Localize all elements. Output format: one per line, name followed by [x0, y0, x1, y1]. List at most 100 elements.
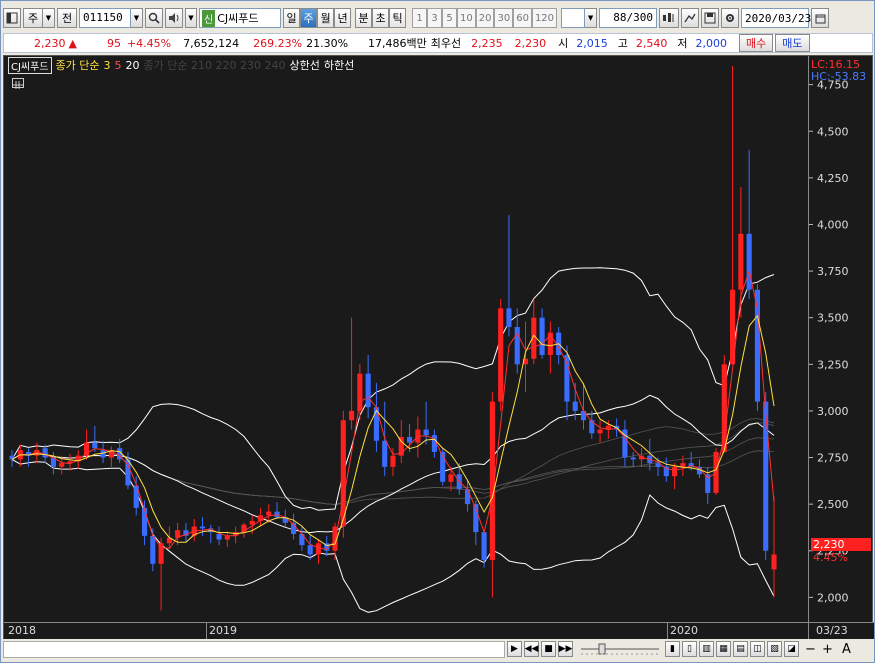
indicator-icon[interactable]	[659, 8, 680, 28]
current-price: 2,230	[34, 36, 66, 50]
chart-type-icon[interactable]: ◪	[784, 641, 799, 657]
legend-ma-title: 종가 단순	[55, 59, 100, 72]
candle-body	[216, 533, 222, 540]
buy-button[interactable]: 매수	[739, 34, 774, 52]
interval-button[interactable]: 1	[412, 8, 427, 28]
zoom-out-icon[interactable]: −	[803, 641, 818, 657]
calendar-icon[interactable]	[811, 8, 830, 28]
best-label: 최우선	[430, 37, 462, 50]
high-label: 고	[617, 37, 628, 50]
chart-type-icon[interactable]: ▧	[767, 641, 782, 657]
count-max: /300	[626, 11, 654, 24]
count-field[interactable]: 88/300	[599, 8, 658, 28]
chart-type-icon[interactable]: ▤	[733, 641, 748, 657]
chart-type-icon[interactable]: ▥	[699, 641, 714, 657]
candle-body	[365, 373, 371, 408]
interval-button[interactable]: 10	[457, 8, 476, 28]
zoom-in-icon[interactable]: +	[820, 641, 835, 657]
tab-tick[interactable]: 틱	[389, 8, 406, 28]
stock-name: CJ씨푸드	[217, 12, 259, 25]
chevron-down-icon: ▼	[585, 8, 598, 28]
chart-type-icon[interactable]: ▮	[665, 641, 680, 657]
interval-button[interactable]: 20	[475, 8, 495, 28]
chevron-down-icon: ▼	[43, 8, 55, 28]
chart-type-icon[interactable]: ▦	[716, 641, 731, 657]
x-label-2020: 2020	[670, 624, 698, 637]
legend-ma20: 20	[125, 58, 140, 72]
best-bid: 2,230	[514, 36, 547, 50]
tab-week[interactable]: 주	[300, 8, 317, 28]
code-input[interactable]: 011150 ▼	[79, 8, 143, 28]
candle-body	[597, 429, 603, 434]
settings-icon[interactable]	[721, 8, 740, 28]
y-tick-label: 3,000	[817, 405, 849, 418]
y-tick-label: 3,250	[817, 358, 849, 371]
stock-tag: 신	[202, 9, 216, 27]
candle-body	[572, 401, 578, 411]
chart-navigation: ▶ ◀◀ ■ ▶▶ ▮ ▯ ▥ ▦ ▤ ◫ ▧ ◪ − + A	[3, 639, 873, 661]
search-icon[interactable]	[145, 8, 163, 28]
y-tick-label: 2,750	[817, 452, 849, 465]
candle-body	[506, 308, 512, 328]
tab-minute[interactable]: 분	[355, 8, 372, 28]
chart-type-icon[interactable]: ▯	[682, 641, 697, 657]
play-icon[interactable]: ▶	[507, 641, 522, 657]
date-input[interactable]: 2020/03/23	[741, 8, 811, 28]
sell-button[interactable]: 매도	[775, 34, 810, 52]
interval-button[interactable]: 30	[494, 8, 514, 28]
candle-body	[42, 448, 48, 458]
y-tick-label: 2,000	[817, 591, 849, 604]
last-pct: 4.45%	[813, 551, 848, 564]
open-label: 시	[558, 37, 569, 50]
x-label-last: 03/23	[816, 624, 848, 637]
save-icon[interactable]	[701, 8, 720, 28]
grid-icon[interactable]	[12, 78, 24, 89]
trade-amount: 17,486백만	[368, 37, 427, 50]
y-axis: LC:16.15 HC:-53.83 2,000 2,250 2,500 2,750 3…	[808, 56, 872, 622]
speaker-icon[interactable]	[165, 8, 183, 28]
chart-type-icon[interactable]: ◫	[750, 641, 765, 657]
x-label-2019: 2019	[209, 624, 237, 637]
draw-tool-icon[interactable]	[681, 8, 700, 28]
chevron-down-icon[interactable]: ▼	[185, 8, 197, 28]
chart-canvas[interactable]	[4, 56, 808, 622]
candle-body	[349, 410, 355, 421]
y-tick-label: 3,500	[817, 312, 849, 325]
layout-icon[interactable]	[3, 8, 21, 28]
toolbar: 주 ▼ 전 011150 ▼ ▼ 신 CJ씨푸드 일 주 월 년 분 초 틱 1	[3, 5, 873, 31]
tab-second[interactable]: 초	[372, 8, 389, 28]
code-value[interactable]: 011150	[79, 8, 131, 28]
candle-body	[547, 332, 553, 355]
interval-button[interactable]: 5	[442, 8, 457, 28]
interval-button[interactable]: 120	[531, 8, 558, 28]
candle-body	[307, 545, 313, 555]
interval-button[interactable]: 60	[513, 8, 532, 28]
volume-ratio: 269.23%	[253, 36, 303, 50]
candle-body	[315, 543, 322, 555]
jeon-button[interactable]: 전	[57, 8, 77, 28]
tab-month[interactable]: 월	[317, 8, 334, 28]
rewind-icon[interactable]: ◀◀	[524, 641, 539, 657]
last-price-tag: 2,230	[811, 538, 871, 551]
legend-lower: 하한선	[323, 59, 355, 72]
candle-body	[580, 410, 587, 421]
tab-day[interactable]: 일	[283, 8, 300, 28]
price-chart[interactable]: CJ씨푸드 종가 단순 3 5 20 종가 단순 210 220 230 240…	[3, 55, 874, 640]
up-arrow-icon: ▲	[68, 36, 77, 50]
interval-select[interactable]: ▼	[561, 8, 598, 28]
font-size-icon[interactable]: A	[839, 641, 854, 657]
interval-button[interactable]: 3	[427, 8, 442, 28]
interval-select-value	[561, 8, 586, 28]
tab-year[interactable]: 년	[334, 8, 351, 28]
candle-body	[481, 532, 487, 561]
zoom-slider[interactable]	[579, 642, 661, 656]
chart-legend: CJ씨푸드 종가 단순 3 5 20 종가 단순 210 220 230 240…	[8, 56, 355, 74]
x-label-2018: 2018	[8, 624, 36, 637]
candle-body	[92, 442, 98, 449]
fast-forward-icon[interactable]: ▶▶	[558, 641, 573, 657]
candle-body	[266, 511, 272, 516]
type-select[interactable]: 주 ▼	[23, 8, 55, 28]
horizontal-scrollbar[interactable]	[3, 641, 505, 658]
stock-name-box[interactable]: 신 CJ씨푸드	[199, 8, 281, 28]
stop-icon[interactable]: ■	[541, 641, 556, 657]
